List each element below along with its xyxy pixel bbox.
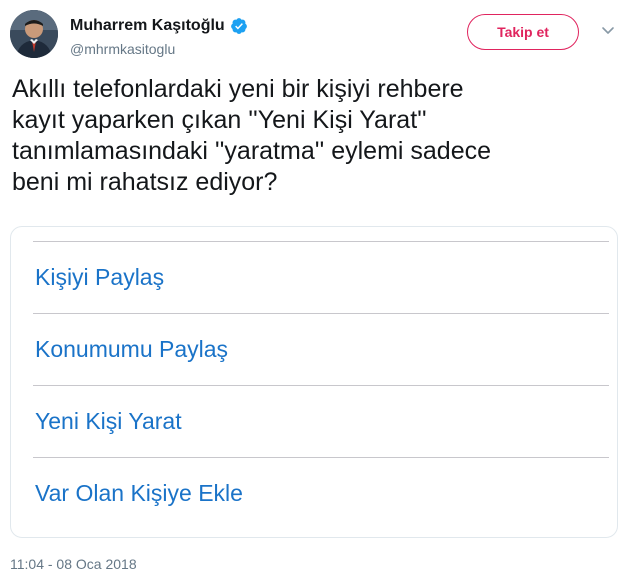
tweet-text-line: Akıllı telefonlardaki yeni bir kişiyi re… xyxy=(12,75,464,103)
action-label: Yeni Kişi Yarat xyxy=(35,408,182,434)
action-add-to-existing: Var Olan Kişiye Ekle xyxy=(33,458,609,530)
action-share-location: Konumumu Paylaş xyxy=(33,314,609,386)
avatar[interactable] xyxy=(10,10,58,58)
tweet-text-line: kayıt yaparken çıkan ''Yeni Kişi Yarat'' xyxy=(12,106,427,134)
tweet-timestamp[interactable]: 11:04 - 08 Oca 2018 xyxy=(10,556,137,572)
tweet-header: Muharrem Kaşıtoğlu @mhrmkasitoglu Takip … xyxy=(10,10,621,66)
tweet-text-line: tanımlamasındaki ''yaratma'' eylemi sade… xyxy=(12,137,492,165)
action-label: Var Olan Kişiye Ekle xyxy=(35,480,243,506)
action-label: Konumumu Paylaş xyxy=(35,336,229,362)
attached-image-card[interactable]: Kişiyi Paylaş Konumumu Paylaş Yeni Kişi … xyxy=(10,226,618,538)
verified-badge-icon xyxy=(230,17,248,35)
chevron-down-icon[interactable] xyxy=(600,22,616,38)
follow-button[interactable]: Takip et xyxy=(467,14,579,50)
action-share-contact: Kişiyi Paylaş xyxy=(33,242,609,314)
action-create-contact: Yeni Kişi Yarat xyxy=(33,386,609,458)
tweet-text: Akıllı telefonlardaki yeni bir kişiyi re… xyxy=(12,74,612,198)
tweet-text-line: beni mi rahatsız ediyor? xyxy=(12,168,278,196)
avatar-image xyxy=(10,10,58,58)
author-handle[interactable]: @mhrmkasitoglu xyxy=(70,41,248,57)
action-label: Kişiyi Paylaş xyxy=(35,264,165,290)
author-display-name[interactable]: Muharrem Kaşıtoğlu xyxy=(70,17,225,35)
author-names: Muharrem Kaşıtoğlu @mhrmkasitoglu xyxy=(70,16,248,57)
